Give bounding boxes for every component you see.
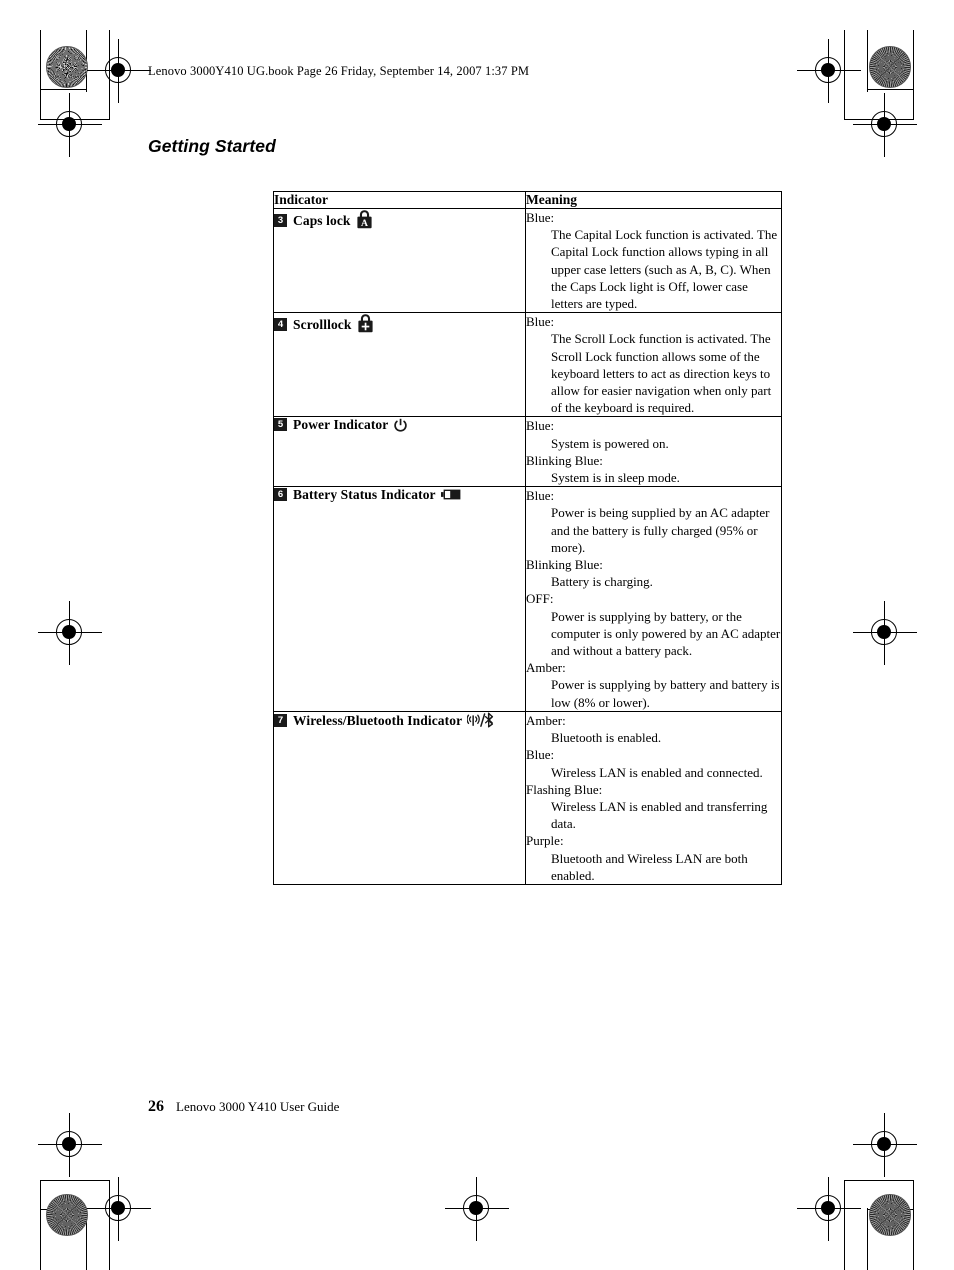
meaning-term: Blinking Blue: — [526, 557, 603, 573]
caps-lock-padlock-icon: A — [356, 209, 373, 229]
meaning-description: Bluetooth and Wireless LAN are both enab… — [551, 850, 748, 883]
indicator-number-badge: 5 — [274, 418, 287, 432]
table-row: 4 Scrolllock Blue: The Scroll Lock functi… — [273, 312, 782, 418]
indicator-label: Battery Status Indicator — [293, 487, 436, 503]
crop-mark-line — [913, 1180, 915, 1270]
meaning-description: The Capital Lock function is activated. … — [551, 227, 778, 312]
meaning-cell: Blue: System is powered on. Blinking Blu… — [525, 416, 782, 488]
meaning-term: OFF: — [526, 591, 554, 607]
meaning-description: Power is supplying by battery and batter… — [551, 677, 780, 710]
indicator-number-badge: 7 — [274, 713, 287, 727]
meaning-cell: Blue: Power is being supplied by an AC a… — [525, 486, 782, 712]
page-footer: 26 Lenovo 3000 Y410 User Guide — [148, 1098, 339, 1116]
meaning-description: The Scroll Lock function is activated. T… — [551, 331, 772, 416]
power-icon — [393, 418, 408, 433]
meaning-description: System is in sleep mode. — [551, 470, 680, 486]
crop-mark-line — [40, 1180, 42, 1270]
meaning-description: Wireless LAN is enabled and transferring… — [551, 798, 768, 832]
registration-starburst — [869, 1194, 911, 1236]
footer-guide-title: Lenovo 3000 Y410 User Guide — [176, 1099, 340, 1114]
scroll-lock-padlock-icon — [357, 313, 374, 333]
indicator-cell: 7 Wireless/Bluetooth Indicator — [273, 710, 526, 885]
meaning-term: Blue: — [526, 747, 555, 763]
meaning-term: Blue: — [526, 314, 555, 330]
indicator-label: Wireless/Bluetooth Indicator — [293, 712, 463, 728]
indicator-number-badge: 6 — [274, 488, 287, 502]
indicator-label: Scrolllock — [293, 317, 352, 333]
meaning-description: Wireless LAN is enabled and connected. — [551, 764, 763, 780]
indicator-number-badge: 3 — [274, 214, 287, 227]
registration-crosshair — [445, 1177, 509, 1241]
table-row: 5 Power Indicator Blue: System is powered… — [273, 416, 782, 488]
crop-mark-line — [40, 89, 87, 91]
meaning-term: Purple: — [526, 833, 564, 849]
wireless-bluetooth-icon — [467, 712, 495, 728]
indicator-cell: 4 Scrolllock — [273, 312, 526, 418]
meaning-term: Amber: — [526, 712, 566, 728]
meaning-term: Blue: — [526, 210, 555, 225]
svg-text:A: A — [361, 218, 368, 229]
registration-crosshair — [38, 93, 102, 157]
page-title: Getting Started — [148, 136, 276, 156]
meaning-term: Amber: — [526, 660, 566, 676]
column-header-meaning: Meaning — [525, 191, 782, 209]
registration-starburst — [46, 46, 88, 88]
registration-crosshair — [38, 1113, 102, 1177]
crop-mark-line — [867, 1208, 869, 1270]
table-row: 3 Caps lock A Blue: The Capital Lock func… — [273, 207, 782, 314]
registration-crosshair — [853, 93, 917, 157]
registration-crosshair — [853, 1113, 917, 1177]
registration-crosshair — [38, 601, 102, 665]
table-row: 6 Battery Status Indicator Blue: Power is… — [273, 486, 782, 712]
crop-mark-line — [867, 30, 869, 92]
footer-page-number: 26 — [148, 1098, 164, 1115]
registration-crosshair — [853, 601, 917, 665]
registration-crosshair — [87, 1177, 151, 1241]
meaning-term: Flashing Blue: — [526, 781, 603, 797]
column-header-indicator: Indicator — [273, 191, 526, 209]
meaning-description: Bluetooth is enabled. — [551, 730, 662, 746]
crop-mark-line — [867, 89, 914, 91]
meaning-cell: Blue: The Capital Lock function is activ… — [525, 207, 782, 314]
meaning-term: Blinking Blue: — [526, 452, 603, 468]
indicator-number-badge: 4 — [274, 318, 287, 332]
indicator-cell: 5 Power Indicator — [273, 416, 526, 488]
indicator-cell: 6 Battery Status Indicator — [273, 486, 526, 712]
meaning-description: Power is being supplied by an AC adapter… — [551, 505, 770, 555]
book-header-line: Lenovo 3000Y410 UG.book Page 26 Friday, … — [148, 64, 530, 78]
meaning-term: Blue: — [526, 418, 555, 434]
table-row: 7 Wireless/Bluetooth Indicator Amber: Bl… — [273, 710, 782, 885]
meaning-description: Battery is charging. — [551, 574, 653, 590]
meaning-description: Power is supplying by battery, or the co… — [551, 608, 781, 659]
battery-icon — [440, 489, 461, 500]
meaning-term: Blue: — [526, 488, 555, 504]
registration-starburst — [46, 1194, 88, 1236]
registration-crosshair — [797, 39, 861, 103]
meaning-cell: Blue: The Scroll Lock function is activa… — [525, 312, 782, 418]
meaning-description: System is powered on. — [551, 435, 669, 451]
indicator-label: Power Indicator — [293, 417, 389, 433]
registration-crosshair — [797, 1177, 861, 1241]
indicator-cell: 3 Caps lock A — [273, 207, 526, 314]
indicator-table: Indicator Meaning 3 Caps lock A Blue: The… — [273, 191, 782, 885]
meaning-cell: Amber: Bluetooth is enabled. Blue: Wirel… — [525, 710, 782, 885]
registration-starburst — [869, 46, 911, 88]
table-header-row: Indicator Meaning — [273, 191, 782, 209]
indicator-label: Caps lock — [293, 213, 351, 228]
